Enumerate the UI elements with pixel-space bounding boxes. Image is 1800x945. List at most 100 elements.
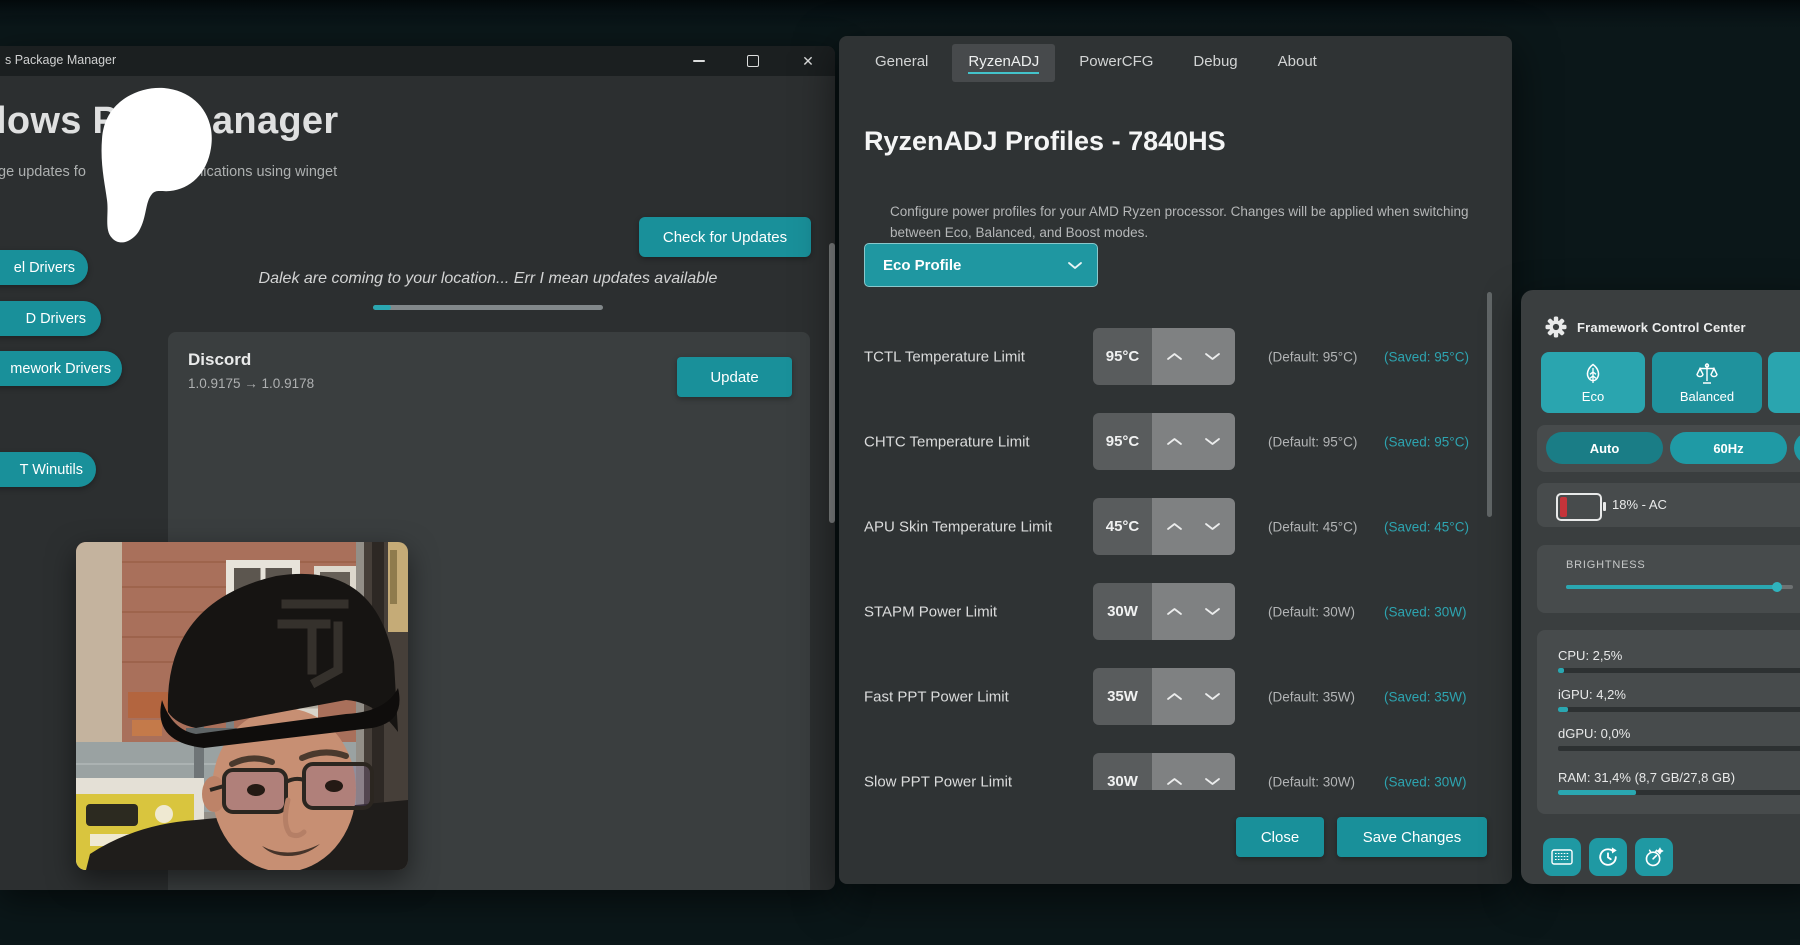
refresh-rate-auto-button[interactable]: Auto <box>1546 432 1663 464</box>
profile-dropdown[interactable]: Eco Profile <box>864 243 1098 287</box>
censor-blob <box>82 84 224 250</box>
leaf-icon <box>1581 362 1605 386</box>
spinner-down-button[interactable] <box>1202 427 1224 457</box>
spinner-up-button[interactable] <box>1164 512 1186 542</box>
tab-ryzenadj[interactable]: RyzenADJ <box>952 44 1055 82</box>
gauge-gear-icon <box>1643 846 1665 868</box>
mode-button-partial[interactable] <box>1768 352 1800 413</box>
spinner-value[interactable]: 95°C <box>1093 413 1152 470</box>
param-default: (Default: 95°C) <box>1268 349 1357 364</box>
spinner-value[interactable]: 30W <box>1093 753 1152 790</box>
refresh-rate-partial-button[interactable] <box>1794 432 1800 464</box>
pill-label: mework Drivers <box>10 361 111 377</box>
battery-nub <box>1603 502 1606 511</box>
framework-control-center: Framework Control Center Eco Balanced <box>1521 290 1800 884</box>
param-default: (Default: 45°C) <box>1268 519 1357 534</box>
chevron-down-icon <box>1067 261 1083 270</box>
spinner-down-button[interactable] <box>1202 342 1224 372</box>
igpu-stat-label: iGPU: 4,2% <box>1558 687 1626 702</box>
update-progress-bar <box>373 305 603 310</box>
spinner-down-button[interactable] <box>1202 512 1224 542</box>
mode-button-eco[interactable]: Eco <box>1541 352 1645 413</box>
spinner-value[interactable]: 35W <box>1093 668 1152 725</box>
save-changes-button[interactable]: Save Changes <box>1337 817 1487 857</box>
param-saved: (Saved: 95°C) <box>1384 434 1469 449</box>
spinner-up-button[interactable] <box>1164 597 1186 627</box>
package-manager-titlebar[interactable]: s Package Manager ✕ <box>0 46 835 76</box>
check-for-updates-button[interactable]: Check for Updates <box>639 217 811 257</box>
ram-stat-bar <box>1558 790 1800 795</box>
spinner-up-button[interactable] <box>1164 427 1186 457</box>
tab-debug[interactable]: Debug <box>1177 44 1253 82</box>
profile-dropdown-value: Eco Profile <box>883 257 1067 274</box>
spinner-down-button[interactable] <box>1202 682 1224 712</box>
brightness-slider[interactable] <box>1566 585 1793 589</box>
minimize-button[interactable] <box>676 46 722 76</box>
tab-general[interactable]: General <box>859 44 944 82</box>
close-dialog-button[interactable]: Close <box>1236 817 1324 857</box>
refresh-rate-60hz-button[interactable]: 60Hz <box>1670 432 1787 464</box>
param-label: APU Skin Temperature Limit <box>864 518 1052 535</box>
brightness-slider-thumb[interactable] <box>1772 582 1782 592</box>
keyboard-tool-button[interactable] <box>1543 838 1581 876</box>
tab-label: General <box>875 53 928 74</box>
param-label: Slow PPT Power Limit <box>864 773 1012 790</box>
close-button[interactable]: ✕ <box>785 46 831 76</box>
param-row-chtc: CHTC Temperature Limit 95°C (Default: 95… <box>839 413 1489 470</box>
tab-about[interactable]: About <box>1262 44 1333 82</box>
sidebar-button-framework-drivers[interactable]: mework Drivers <box>0 351 122 386</box>
pill-label: T Winutils <box>20 462 83 478</box>
mode-label: Balanced <box>1680 389 1734 404</box>
apu-skin-spinner: 45°C <box>1093 498 1235 555</box>
profile-rows: TCTL Temperature Limit 95°C (Default: 95… <box>839 300 1489 790</box>
cpu-stat-fill <box>1558 668 1564 673</box>
ram-stat-label: RAM: 31,4% (8,7 GB/27,8 GB) <box>1558 770 1735 785</box>
page-title: RyzenADJ Profiles - 7840HS <box>864 126 1226 157</box>
spinner-down-button[interactable] <box>1202 767 1224 791</box>
system-stats-card: CPU: 2,5% iGPU: 4,2% dGPU: 0,0% RAM: 31,… <box>1537 630 1800 814</box>
refresh-rate-group: Auto 60Hz <box>1537 425 1800 472</box>
pill-label: D Drivers <box>26 311 86 327</box>
maximize-button[interactable] <box>730 46 776 76</box>
battery-text: 18% - AC <box>1612 497 1667 512</box>
pill-label: Auto <box>1590 441 1620 456</box>
param-row-fast-ppt: Fast PPT Power Limit 35W (Default: 35W) … <box>839 668 1489 725</box>
performance-tool-button[interactable] <box>1635 838 1673 876</box>
ryzenadj-scrollbar[interactable] <box>1487 292 1492 517</box>
brightness-label: BRIGHTNESS <box>1566 559 1646 571</box>
tab-label: PowerCFG <box>1079 53 1153 74</box>
minimize-icon <box>693 60 705 62</box>
igpu-stat-bar <box>1558 707 1800 712</box>
tab-label: RyzenADJ <box>968 53 1039 74</box>
param-default: (Default: 35W) <box>1268 689 1355 704</box>
spinner-down-button[interactable] <box>1202 597 1224 627</box>
param-saved: (Saved: 45°C) <box>1384 519 1469 534</box>
cpu-stat-label: CPU: 2,5% <box>1558 648 1622 663</box>
update-button[interactable]: Update <box>677 357 792 397</box>
param-label: CHTC Temperature Limit <box>864 433 1030 450</box>
package-manager-scrollbar[interactable] <box>829 243 835 523</box>
mode-label: Eco <box>1582 389 1604 404</box>
spinner-up-button[interactable] <box>1164 767 1186 791</box>
desktop: s Package Manager ✕ lows P anager ge upd… <box>0 0 1800 945</box>
refresh-history-tool-button[interactable] <box>1589 838 1627 876</box>
spinner-up-button[interactable] <box>1164 682 1186 712</box>
sidebar-button-winutils[interactable]: T Winutils <box>0 452 96 487</box>
igpu-stat-fill <box>1558 707 1568 712</box>
dgpu-stat-bar <box>1558 746 1800 751</box>
keyboard-icon <box>1551 849 1573 865</box>
history-refresh-icon <box>1597 846 1619 868</box>
slow-ppt-spinner: 30W <box>1093 753 1235 790</box>
param-default: (Default: 95°C) <box>1268 434 1357 449</box>
spinner-value[interactable]: 95°C <box>1093 328 1152 385</box>
spinner-up-button[interactable] <box>1164 342 1186 372</box>
mode-button-balanced[interactable]: Balanced <box>1652 352 1762 413</box>
spinner-value[interactable]: 45°C <box>1093 498 1152 555</box>
pill-label: 60Hz <box>1713 441 1743 456</box>
spinner-value[interactable]: 30W <box>1093 583 1152 640</box>
sidebar-button-intel-drivers[interactable]: el Drivers <box>0 250 88 285</box>
sidebar-button-amd-drivers[interactable]: D Drivers <box>0 301 101 336</box>
maximize-icon <box>747 55 759 67</box>
page-description: Configure power profiles for your AMD Ry… <box>890 202 1470 244</box>
tab-powercfg[interactable]: PowerCFG <box>1063 44 1169 82</box>
